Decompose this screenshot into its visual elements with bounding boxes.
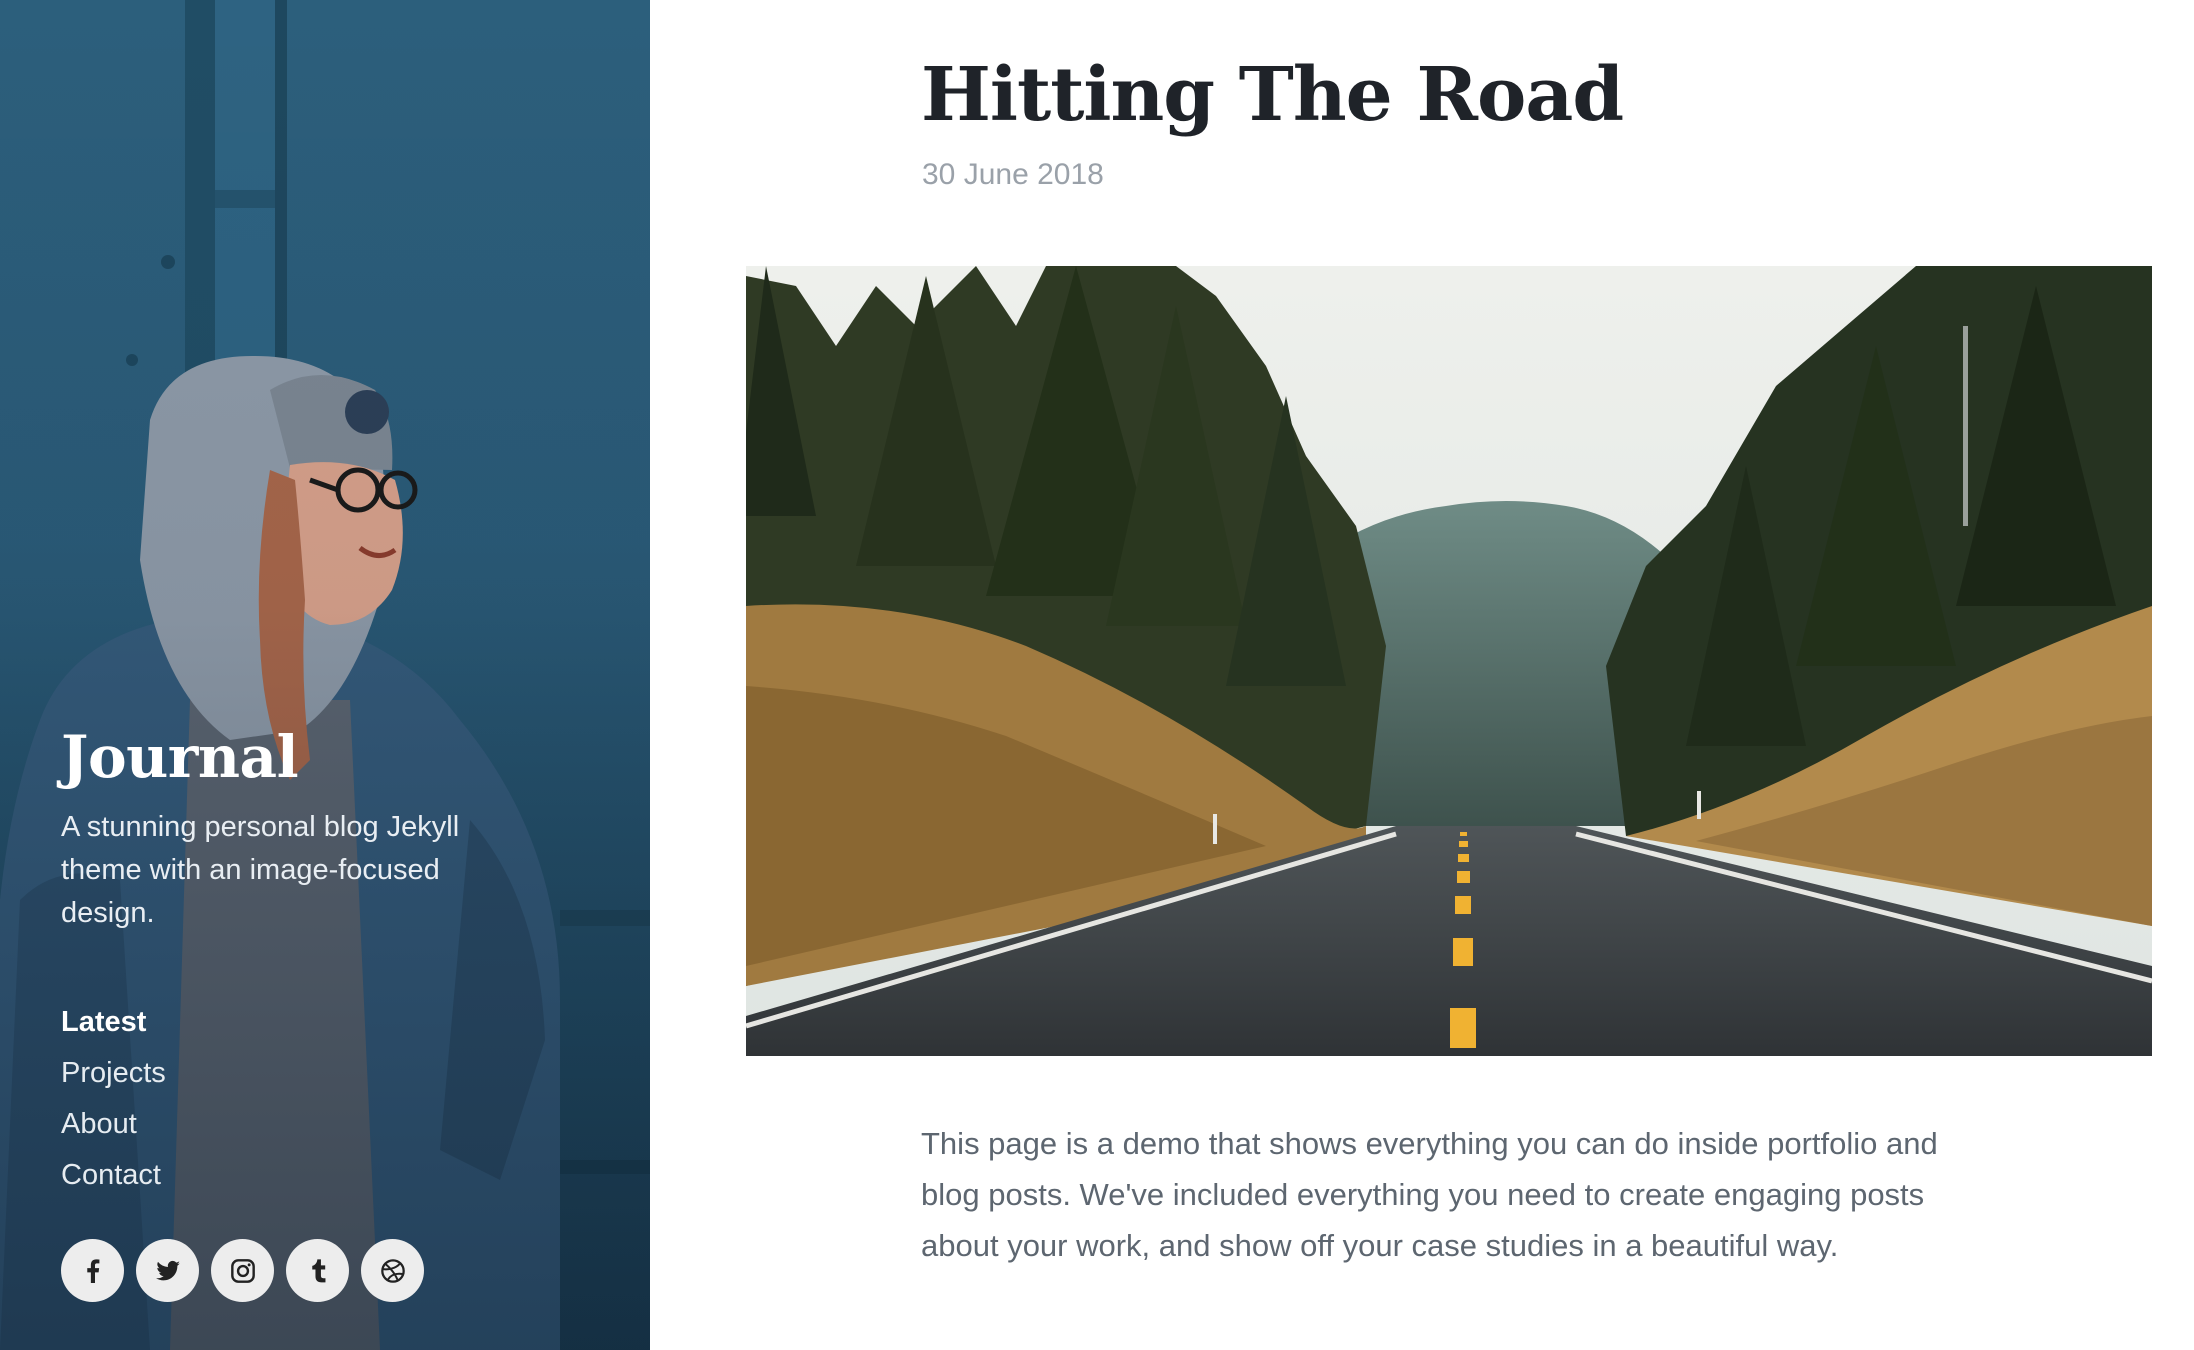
post-main: Hitting The Road 30 June 2018 This page … — [650, 0, 2194, 1350]
post-title: Hitting The Road — [921, 52, 1624, 138]
site-title[interactable]: Journal — [61, 722, 501, 792]
sidebar-nav: Latest Projects About Contact — [61, 997, 501, 1201]
sidebar: Journal A stunning personal blog Jekyll … — [0, 0, 650, 1350]
nav-item-latest[interactable]: Latest — [61, 997, 501, 1048]
tumblr-link[interactable] — [286, 1239, 349, 1302]
nav-item-about[interactable]: About — [61, 1099, 501, 1150]
facebook-link[interactable] — [61, 1239, 124, 1302]
social-links — [61, 1239, 424, 1302]
nav-item-contact[interactable]: Contact — [61, 1150, 501, 1201]
nav-item-projects[interactable]: Projects — [61, 1048, 501, 1099]
post-date: 30 June 2018 — [922, 158, 1104, 191]
dribbble-link[interactable] — [361, 1239, 424, 1302]
dribbble-icon — [380, 1258, 405, 1283]
facebook-icon — [86, 1258, 99, 1283]
instagram-link[interactable] — [211, 1239, 274, 1302]
tumblr-icon — [311, 1258, 325, 1282]
post-body: This page is a demo that shows everythin… — [921, 1126, 1938, 1263]
twitter-link[interactable] — [136, 1239, 199, 1302]
twitter-icon — [155, 1260, 180, 1280]
post-hero-image — [746, 266, 2152, 1056]
road-forest-photo — [746, 266, 2152, 1056]
sidebar-content: Journal A stunning personal blog Jekyll … — [61, 722, 501, 1201]
instagram-icon — [230, 1258, 255, 1283]
site-tagline: A stunning personal blog Jekyll theme wi… — [61, 811, 460, 929]
